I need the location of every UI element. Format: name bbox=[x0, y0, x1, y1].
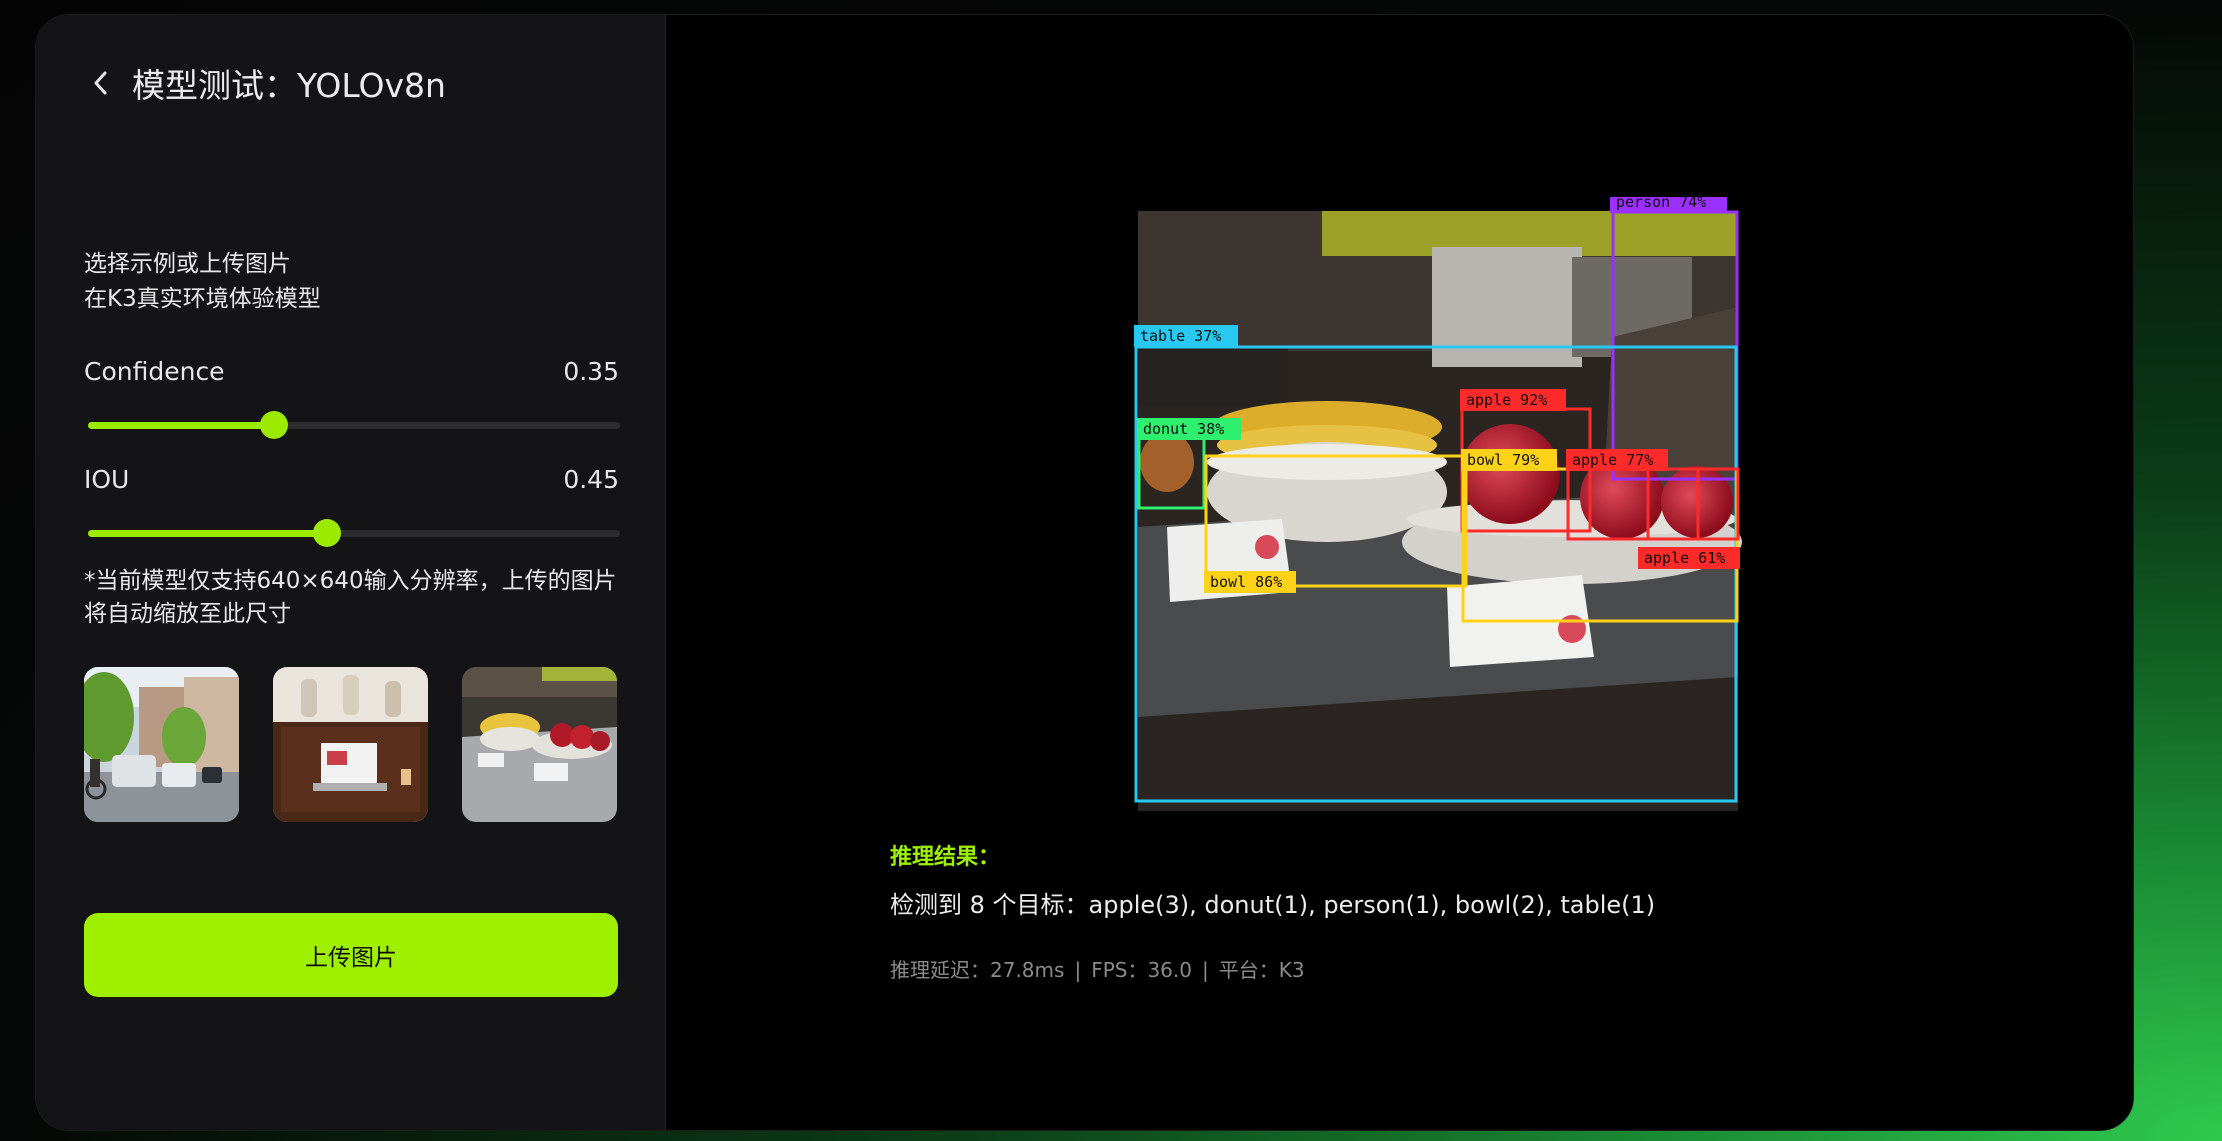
iou-slider[interactable] bbox=[88, 519, 620, 547]
scene-photo bbox=[1138, 211, 1742, 811]
chevron-left-icon bbox=[94, 71, 107, 95]
intro-line-2: 在K3真实环境体验模型 bbox=[84, 286, 321, 312]
detection-image: person 74% table 37% apple 92% donut 38% bbox=[1134, 191, 1742, 811]
confidence-row: Confidence 0.35 bbox=[84, 357, 619, 386]
confidence-slider-handle[interactable] bbox=[260, 411, 289, 439]
back-button[interactable] bbox=[84, 67, 116, 99]
detection-label-person: person 74% bbox=[1616, 197, 1706, 211]
fps-metric: FPS：36.0 bbox=[1091, 958, 1192, 982]
sidebar: 模型测试：YOLOv8n 选择示例或上传图片 在K3真实环境体验模型 Confi… bbox=[36, 15, 666, 1130]
header: 模型测试：YOLOv8n bbox=[84, 59, 446, 107]
platform-metric: 平台：K3 bbox=[1218, 958, 1305, 982]
confidence-slider-fill bbox=[88, 422, 275, 429]
detection-label-apple-1: apple 92% bbox=[1466, 391, 1547, 409]
app-window: 模型测试：YOLOv8n 选择示例或上传图片 在K3真实环境体验模型 Confi… bbox=[35, 14, 2134, 1131]
iou-value: 0.45 bbox=[563, 465, 619, 494]
result-summary: 检测到 8 个目标：apple(3), donut(1), person(1),… bbox=[890, 891, 1656, 919]
inference-result: 推理结果： 检测到 8 个目标：apple(3), donut(1), pers… bbox=[890, 839, 1655, 983]
main-panel: person 74% table 37% apple 92% donut 38% bbox=[667, 15, 2133, 1130]
detection-label-apple-3: apple 61% bbox=[1644, 549, 1725, 567]
confidence-label: Confidence bbox=[84, 357, 225, 386]
upload-button[interactable]: 上传图片 bbox=[84, 913, 618, 997]
detection-label-table: table 37% bbox=[1140, 327, 1221, 345]
sample-image-laptop[interactable] bbox=[273, 667, 428, 822]
latency-metric: 推理延迟：27.8ms bbox=[890, 958, 1065, 982]
page-title: 模型测试：YOLOv8n bbox=[132, 66, 446, 105]
detection-label-donut: donut 38% bbox=[1143, 420, 1224, 438]
iou-row: IOU 0.45 bbox=[84, 465, 619, 494]
detection-label-bowl-1: bowl 79% bbox=[1467, 451, 1539, 469]
performance-metrics: 推理延迟：27.8ms | FPS：36.0 | 平台：K3 bbox=[890, 954, 1655, 983]
detection-label-bowl-2: bowl 86% bbox=[1210, 573, 1282, 591]
iou-slider-fill bbox=[88, 530, 328, 537]
sample-image-street[interactable] bbox=[84, 667, 239, 822]
detection-label-apple-2: apple 77% bbox=[1572, 451, 1653, 469]
iou-slider-handle[interactable] bbox=[313, 519, 342, 547]
sample-images bbox=[84, 667, 617, 822]
intro-line-1: 选择示例或上传图片 bbox=[84, 251, 291, 277]
intro-text: 选择示例或上传图片 在K3真实环境体验模型 bbox=[84, 247, 321, 317]
metric-separator: | bbox=[1074, 958, 1082, 982]
confidence-value: 0.35 bbox=[563, 357, 619, 386]
detection-canvas: person 74% table 37% apple 92% donut 38% bbox=[1132, 191, 1742, 831]
confidence-slider[interactable] bbox=[88, 411, 620, 439]
sample-image-fruit[interactable] bbox=[462, 667, 617, 822]
resolution-note: *当前模型仅支持640×640输入分辨率，上传的图片将自动缩放至此尺寸 bbox=[84, 568, 617, 627]
iou-label: IOU bbox=[84, 465, 130, 494]
result-title: 推理结果： bbox=[890, 845, 1001, 870]
metric-separator: | bbox=[1201, 958, 1209, 982]
